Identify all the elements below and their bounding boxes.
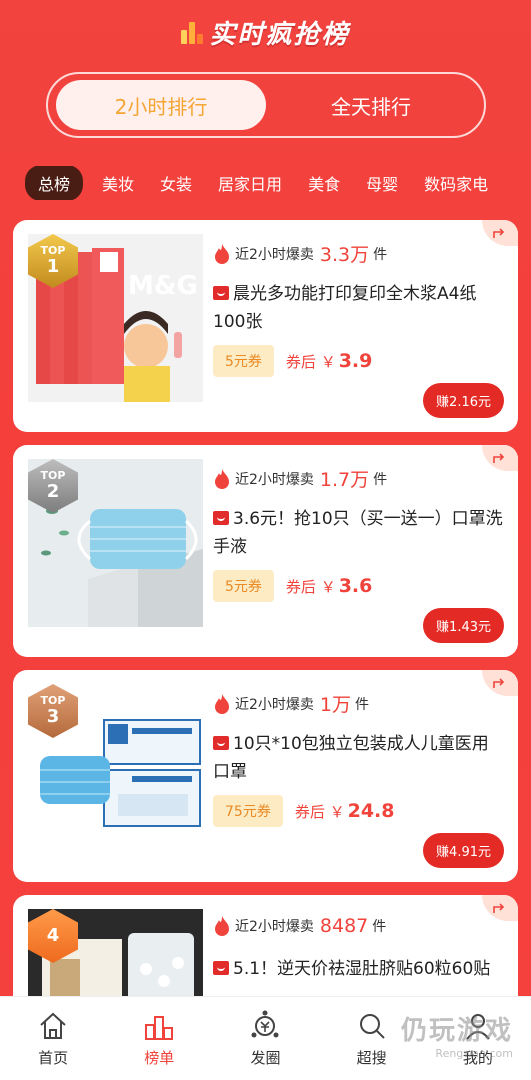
tab-all-day-ranking[interactable]: 全天排行 xyxy=(266,80,476,130)
page-title: 实时疯抢榜 xyxy=(209,19,350,50)
price-row: 5元券 券后 ￥ 3.6 xyxy=(213,570,372,602)
earn-button[interactable]: 赚2.16元 xyxy=(423,383,504,418)
category-womens-wear[interactable]: 女装 xyxy=(147,171,205,195)
page-header: 实时疯抢榜 xyxy=(0,0,531,60)
sales-count: 1万 xyxy=(319,694,352,716)
tab-super-search[interactable]: 超搜 xyxy=(332,1009,412,1068)
product-title[interactable]: 5.1！逆天价祛湿肚脐贴60粒60贴 xyxy=(213,955,505,983)
flame-icon xyxy=(215,243,229,264)
podium-icon xyxy=(145,1016,174,1040)
earn-button[interactable]: 赚1.43元 xyxy=(423,608,504,643)
sales-unit: 件 xyxy=(373,246,388,263)
tmall-shop-icon xyxy=(213,286,229,300)
sales-prefix: 近2小时爆卖 xyxy=(235,471,314,488)
tab-ranking[interactable]: 榜单 xyxy=(119,1009,199,1068)
sales-info: 近2小时爆卖 1.7万 件 xyxy=(213,465,387,492)
product-title[interactable]: 晨光多功能打印复印全木浆A4纸100张 xyxy=(213,280,505,336)
coupon-badge[interactable]: 5元券 xyxy=(213,570,274,602)
share-icon[interactable] xyxy=(482,445,518,471)
sales-prefix: 近2小时爆卖 xyxy=(235,246,314,263)
sales-unit: 件 xyxy=(373,471,388,488)
sales-info: 近2小时爆卖 1万 件 xyxy=(213,690,369,717)
tmall-shop-icon xyxy=(213,511,229,525)
category-overall[interactable]: 总榜 xyxy=(25,166,84,200)
sales-info: 近2小时爆卖 8487 件 xyxy=(213,915,386,937)
product-title[interactable]: 10只*10包独立包装成人儿童医用口罩 xyxy=(213,730,505,786)
category-beauty[interactable]: 美妆 xyxy=(89,171,147,195)
sales-prefix: 近2小时爆卖 xyxy=(235,696,314,713)
earn-button[interactable]: 赚4.91元 xyxy=(423,833,504,868)
product-card[interactable]: M&G TOP 1 近2小时爆卖 3.3万 件 晨光多功能打印复印全木浆A4纸1… xyxy=(13,220,518,432)
after-coupon-price: 券后 ￥ 3.6 xyxy=(285,575,373,597)
tab-2-hour-ranking[interactable]: 2小时排行 xyxy=(56,80,266,130)
range-toggle: 2小时排行 全天排行 xyxy=(46,72,486,138)
svg-text:M&G: M&G xyxy=(128,271,198,301)
share-icon[interactable] xyxy=(482,895,518,921)
share-icon[interactable] xyxy=(482,220,518,246)
tmall-shop-icon xyxy=(213,961,229,975)
price-row: 5元券 券后 ￥ 3.9 xyxy=(213,345,372,377)
sales-count: 8487 xyxy=(319,915,369,937)
category-bar: 总榜 美妆 女装 居家日用 美食 母婴 数码家电 xyxy=(25,166,531,200)
product-title[interactable]: 3.6元！抢10只（买一送一）口罩洗手液 xyxy=(213,505,505,561)
sales-unit: 件 xyxy=(355,696,370,713)
after-coupon-price: 券后 ￥ 3.9 xyxy=(285,350,373,372)
watermark: 仍玩游戏 Rengwan.com xyxy=(400,1016,513,1060)
after-coupon-price: 券后 ￥ 24.8 xyxy=(294,800,395,822)
flame-icon xyxy=(215,693,229,714)
yuan-share-icon xyxy=(251,1010,279,1038)
coupon-badge[interactable]: 5元券 xyxy=(213,345,274,377)
tab-share-circle[interactable]: 发圈 xyxy=(225,1009,305,1068)
flame-icon xyxy=(215,916,229,936)
home-icon xyxy=(40,1012,66,1039)
sales-unit: 件 xyxy=(372,919,387,935)
sales-count: 3.3万 xyxy=(319,244,370,266)
sales-info: 近2小时爆卖 3.3万 件 xyxy=(213,240,387,267)
category-electronics[interactable]: 数码家电 xyxy=(411,171,501,195)
category-mother-baby[interactable]: 母婴 xyxy=(353,171,411,195)
sales-count: 1.7万 xyxy=(319,469,370,491)
sales-prefix: 近2小时爆卖 xyxy=(235,919,314,935)
tab-home[interactable]: 首页 xyxy=(13,1009,93,1068)
coupon-badge[interactable]: 75元券 xyxy=(213,795,283,827)
share-icon[interactable] xyxy=(482,670,518,696)
price-row: 75元券 券后 ￥ 24.8 xyxy=(213,795,395,827)
category-household[interactable]: 居家日用 xyxy=(205,171,295,195)
product-card[interactable]: TOP 3 近2小时爆卖 1万 件 10只*10包独立包装成人儿童医用口罩 75… xyxy=(13,670,518,882)
search-icon xyxy=(359,1014,385,1039)
category-food[interactable]: 美食 xyxy=(295,171,353,195)
flame-icon xyxy=(215,468,229,489)
tmall-shop-icon xyxy=(213,736,229,750)
ranking-logo-icon xyxy=(181,20,204,44)
product-card[interactable]: TOP 2 近2小时爆卖 1.7万 件 3.6元！抢10只（买一送一）口罩洗手液… xyxy=(13,445,518,657)
